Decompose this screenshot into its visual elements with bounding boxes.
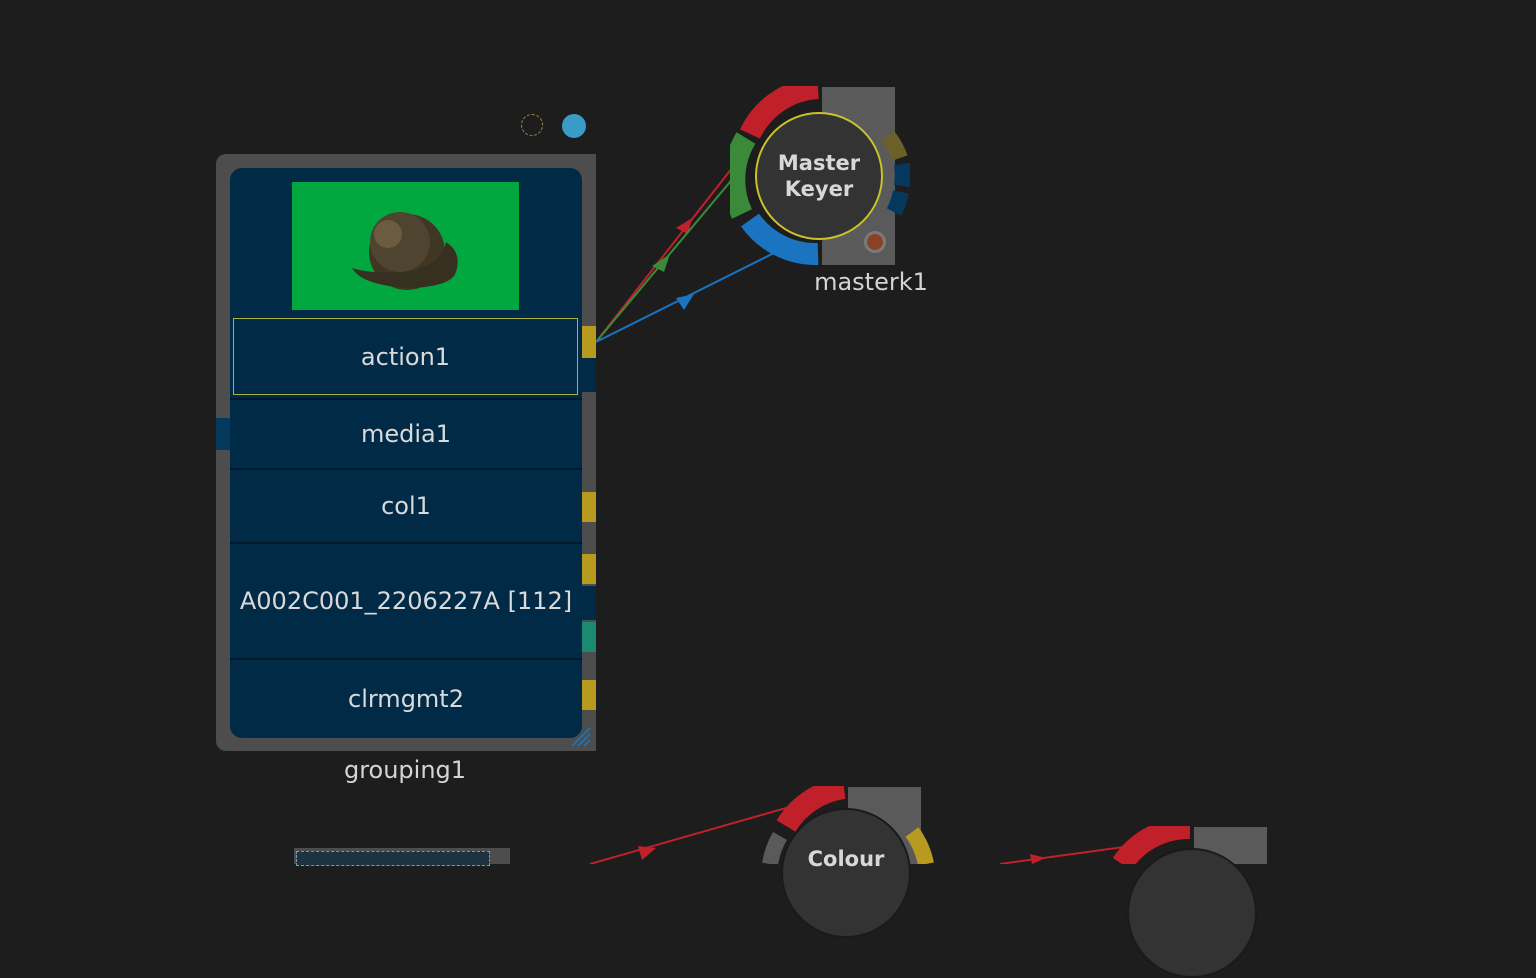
output-port-clip-teal[interactable] — [582, 622, 596, 652]
group-name-label: grouping1 — [343, 756, 467, 784]
row-label: clrmgmt2 — [348, 685, 464, 713]
group-row-media1[interactable]: media1 — [230, 398, 582, 468]
masterkeyer-title-line1: Master — [777, 151, 861, 175]
row-label: A002C001_2206227A [112] — [239, 587, 573, 615]
masterkeyer-name-label: masterk1 — [814, 268, 928, 296]
thumbnail-preview-icon — [352, 212, 458, 290]
blue-link-arrow — [676, 294, 694, 310]
cache-indicator-icon[interactable] — [562, 114, 586, 138]
row-label: col1 — [381, 492, 431, 520]
output-port-col1[interactable] — [582, 492, 596, 522]
output-port-clrmgmt2[interactable] — [582, 680, 596, 710]
output-port-action1[interactable] — [582, 326, 596, 358]
row-label: action1 — [360, 342, 451, 371]
bypass-indicator-icon[interactable] — [521, 114, 543, 136]
group-row-clip[interactable]: A002C001_2206227A [112] — [230, 542, 582, 658]
red-link-bottom-arrow — [638, 846, 656, 860]
group-thumbnail[interactable] — [292, 182, 519, 310]
group-row-col1[interactable]: col1 — [230, 468, 582, 542]
group-input-port[interactable] — [216, 418, 230, 450]
colour-node[interactable]: Colour — [781, 808, 911, 938]
red-link[interactable] — [595, 162, 737, 343]
resize-handle-icon[interactable] — [568, 724, 592, 748]
masterkeyer-node[interactable]: Master Keyer — [755, 112, 883, 240]
group-row-action1[interactable]: action1 — [233, 318, 578, 395]
masterkeyer-title-line2: Keyer — [784, 177, 854, 201]
bottom-node-thumbnail[interactable] — [294, 848, 510, 866]
third-node[interactable] — [1127, 848, 1257, 978]
output-port-clip[interactable] — [582, 554, 596, 584]
colour-node-title: Colour — [807, 847, 885, 871]
red-link-bottom-2-arrow — [1030, 854, 1046, 864]
green-link-arrow — [652, 254, 670, 272]
group-row-clrmgmt2[interactable]: clrmgmt2 — [230, 658, 582, 738]
masterkeyer-status-dot-icon — [864, 231, 886, 253]
row-label: media1 — [360, 420, 452, 448]
output-port-clip-alpha[interactable] — [582, 586, 596, 620]
output-port-action1-alpha[interactable] — [582, 358, 596, 392]
